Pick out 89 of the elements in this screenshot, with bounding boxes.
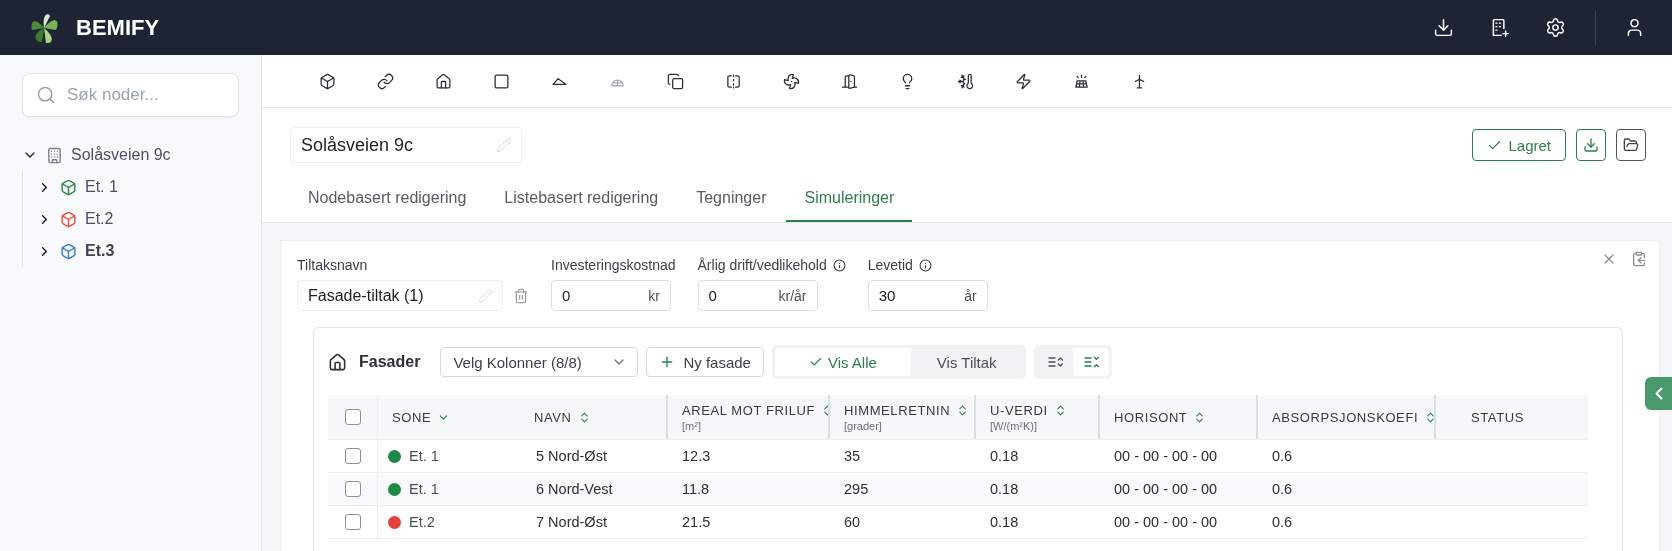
tree-item[interactable]: Et.3 [85, 242, 115, 260]
table-cell: 0.6 [1272, 481, 1293, 497]
column-unit: [m²] [682, 419, 701, 432]
sort-icon[interactable] [1424, 410, 1434, 424]
view-option[interactable]: Vis Tiltak [910, 348, 1023, 376]
tab[interactable]: Tegninger [678, 175, 785, 222]
measure-name-field[interactable]: Fasade-tiltak (1) [297, 280, 503, 311]
cube-icon[interactable] [318, 72, 336, 90]
link-icon[interactable] [376, 72, 394, 90]
row-checkbox[interactable] [344, 514, 361, 530]
project-name-field[interactable]: Solåsveien 9c [290, 127, 522, 163]
building-icon [46, 146, 63, 164]
house-icon [328, 352, 347, 372]
square-icon[interactable] [492, 72, 510, 90]
table-cell: 60 [844, 514, 861, 530]
lightning-icon[interactable] [1014, 72, 1032, 90]
view-option[interactable]: Vis Alle [774, 348, 911, 376]
column-header[interactable]: SONE [392, 409, 432, 425]
column-header[interactable]: HIMMELRETNIN [844, 402, 951, 418]
table-cell: Et. 1 [409, 481, 439, 497]
tree-item[interactable]: Solåsveien 9c [71, 146, 171, 164]
column-header[interactable]: HORISONT [1114, 409, 1188, 425]
column-header[interactable]: AREAL MOT FRILUF [682, 402, 816, 418]
settings-icon[interactable] [1544, 17, 1566, 38]
clipboard-icon[interactable] [1631, 251, 1647, 267]
row-checkbox[interactable] [344, 448, 361, 464]
list-collapse-icon[interactable] [1082, 354, 1099, 370]
field-label: Tiltaksnavn [297, 257, 368, 273]
column-unit: [W/(m²K)] [990, 419, 1038, 432]
row-checkbox[interactable] [344, 481, 361, 497]
table-cell: 00 - 00 - 00 - 00 [1114, 448, 1218, 464]
new-facade-button[interactable]: Ny fasade [646, 347, 764, 377]
column-header[interactable]: STATUS [1471, 409, 1524, 425]
door-icon[interactable] [840, 72, 858, 90]
search-field[interactable]: Søk noder... [22, 73, 239, 117]
number-field[interactable]: 0 kr/år [697, 280, 818, 311]
table-cell: 00 - 00 - 00 - 00 [1114, 514, 1218, 530]
house-icon[interactable] [434, 72, 452, 90]
table-cell: 0.6 [1272, 514, 1293, 530]
table-cell: 0.18 [990, 448, 1019, 464]
folder-icon [1623, 137, 1639, 153]
table-cell: 0.6 [1272, 448, 1293, 464]
table-cell: 00 - 00 - 00 - 00 [1114, 481, 1218, 497]
table-cell: 0.18 [990, 514, 1019, 530]
field-label: Levetid [867, 257, 913, 273]
fan-icon[interactable] [782, 72, 800, 90]
tab[interactable]: Nodebasert redigering [290, 175, 485, 222]
tree-item[interactable]: Et. 1 [85, 178, 118, 196]
panel-title: Fasader [359, 353, 421, 371]
chevron-left-icon [1654, 387, 1663, 400]
search-icon [36, 85, 56, 105]
table-cell: 12.3 [682, 448, 711, 464]
table-cell: Et.2 [409, 514, 435, 530]
solar-panel-icon[interactable] [1072, 72, 1090, 90]
column-unit: [grader] [844, 419, 882, 432]
list-expand-icon[interactable] [1046, 354, 1063, 370]
side-panel-tab[interactable] [1645, 377, 1672, 410]
trash-icon[interactable] [513, 287, 529, 304]
table-cell: 11.8 [682, 481, 710, 497]
column-header[interactable]: ABSORPSJONSKOEFI [1272, 409, 1419, 425]
tab[interactable]: Listebasert redigering [486, 175, 677, 222]
table-cell: Et. 1 [409, 448, 439, 464]
column-header[interactable]: NAVN [534, 409, 572, 425]
select-all-checkbox[interactable] [344, 409, 361, 425]
app-name: BEMIFY [76, 14, 160, 41]
saved-button[interactable]: Lagret [1472, 129, 1566, 161]
field-label: Investeringskostnad [551, 257, 676, 273]
thermometer-icon[interactable] [956, 72, 974, 90]
column-select[interactable]: Velg Kolonner (8/8) [440, 347, 639, 377]
table-cell: 21.5 [682, 514, 711, 530]
tree-item[interactable]: Et.2 [85, 210, 114, 228]
field-label: Årlig drift/vedlikehold [697, 257, 827, 273]
info-icon[interactable] [832, 258, 846, 272]
table-cell: 0.18 [990, 481, 1019, 497]
check-icon [808, 355, 823, 369]
table-cell: 6 Nord-Vest [536, 481, 613, 497]
download-icon [1583, 137, 1599, 153]
number-field[interactable]: 0 kr [551, 280, 671, 311]
layers-icon[interactable] [666, 72, 684, 90]
info-icon[interactable] [918, 258, 932, 272]
table-cell: 7 Nord-Øst [536, 514, 607, 530]
number-field[interactable]: 30 år [867, 280, 988, 311]
download-button[interactable] [1576, 129, 1606, 161]
table-cell: 35 [844, 448, 861, 464]
download-icon[interactable] [1432, 17, 1454, 38]
column-header[interactable]: U-VERDI [990, 402, 1048, 418]
open-folder-button[interactable] [1616, 129, 1646, 161]
table-cell: 295 [844, 481, 869, 497]
table-cell: 5 Nord-Øst [536, 448, 607, 464]
